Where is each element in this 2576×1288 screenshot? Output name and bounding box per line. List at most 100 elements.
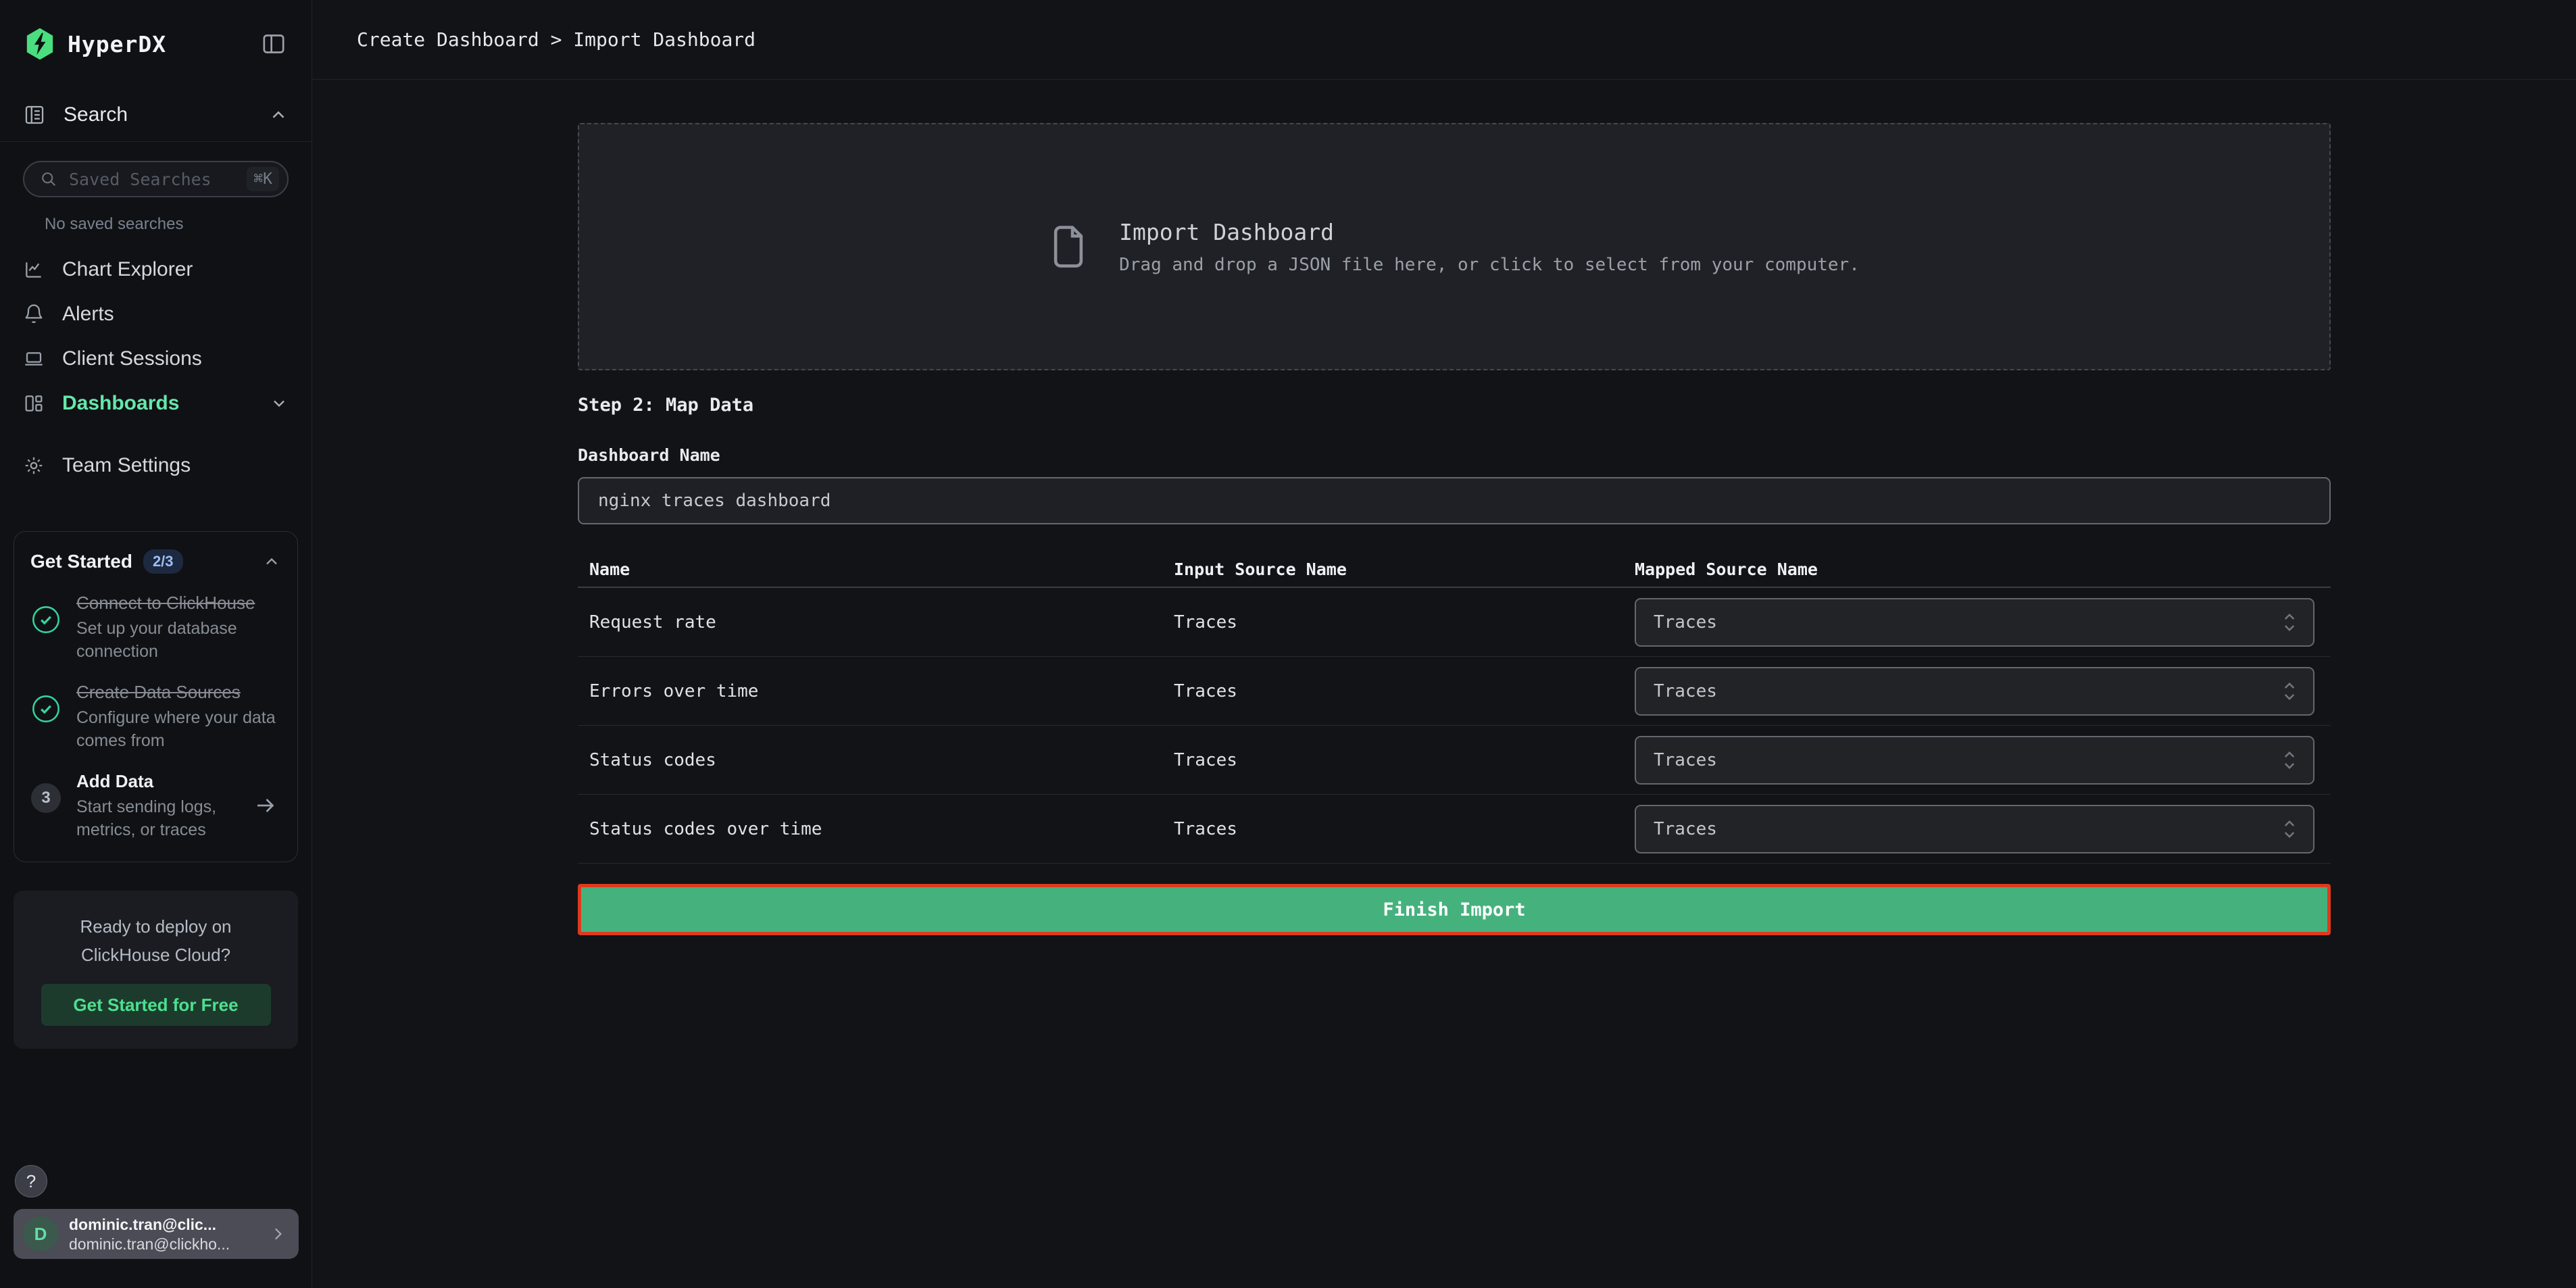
dropzone-subtitle: Drag and drop a JSON file here, or click… <box>1119 255 1860 275</box>
table-row: Errors over time Traces Traces <box>578 657 2331 726</box>
input-source-cell: Traces <box>1174 750 1635 770</box>
check-circle-icon <box>31 694 61 724</box>
column-header-input-source: Input Source Name <box>1174 560 1635 579</box>
sidebar-section-search[interactable]: Search <box>0 88 312 142</box>
dashboard-name-label: Dashboard Name <box>578 445 2331 466</box>
saved-searches-input[interactable]: Saved Searches ⌘K <box>23 161 289 197</box>
user-email: dominic.tran@clickho... <box>69 1235 230 1254</box>
chart-name-cell: Status codes <box>589 750 1174 770</box>
keyboard-shortcut-badge: ⌘K <box>247 167 279 191</box>
no-saved-searches-text: No saved searches <box>45 215 312 234</box>
file-icon <box>1049 222 1088 271</box>
user-name: dominic.tran@clic... <box>69 1214 230 1235</box>
chart-line-icon <box>23 259 45 280</box>
get-started-step-sources[interactable]: Create Data Sources Configure where your… <box>30 680 281 752</box>
sidebar-item-chart-explorer[interactable]: Chart Explorer <box>0 247 312 292</box>
check-circle-icon <box>31 605 61 635</box>
search-icon <box>39 170 58 189</box>
dashboard-grid-icon <box>23 393 45 414</box>
sidebar-item-label: Chart Explorer <box>62 258 193 281</box>
chart-name-cell: Request rate <box>589 612 1174 633</box>
get-started-panel: Get Started 2/3 Connect to ClickHouse Se… <box>14 531 298 862</box>
chevron-down-icon <box>270 394 289 413</box>
sidebar-item-label: Dashboards <box>62 392 179 415</box>
select-chevrons-icon <box>2279 610 2300 635</box>
avatar: D <box>23 1216 58 1252</box>
search-section-label: Search <box>64 103 128 126</box>
step-title: Connect to ClickHouse <box>76 591 281 614</box>
chevron-right-icon <box>269 1225 287 1243</box>
get-started-header[interactable]: Get Started 2/3 <box>30 549 281 574</box>
sidebar: HyperDX Search Saved Searches ⌘K <box>0 0 312 1288</box>
sidebar-item-label: Client Sessions <box>62 347 202 370</box>
sidebar-item-alerts[interactable]: Alerts <box>0 292 312 337</box>
input-source-cell: Traces <box>1174 819 1635 839</box>
dropzone-text: Import Dashboard Drag and drop a JSON fi… <box>1119 219 1860 275</box>
gear-icon <box>23 455 45 476</box>
input-source-cell: Traces <box>1174 612 1635 633</box>
bell-icon <box>23 303 45 325</box>
mapped-source-select[interactable]: Traces <box>1635 598 2314 647</box>
sidebar-item-label: Alerts <box>62 303 114 326</box>
sidebar-item-dashboards[interactable]: Dashboards <box>0 381 312 426</box>
deploy-promo-line1: Ready to deploy on <box>30 912 282 941</box>
main-area: Create Dashboard > Import Dashboard Impo… <box>312 0 2576 1288</box>
logo-row: HyperDX <box>0 0 312 88</box>
sidebar-item-team-settings[interactable]: Team Settings <box>0 443 312 488</box>
user-info: dominic.tran@clic... dominic.tran@clickh… <box>69 1214 230 1254</box>
selected-option: Traces <box>1654 681 1717 701</box>
user-account-menu[interactable]: D dominic.tran@clic... dominic.tran@clic… <box>14 1209 299 1259</box>
get-started-step-add-data[interactable]: 3 Add Data Start sending logs, metrics, … <box>30 770 281 841</box>
topbar: Create Dashboard > Import Dashboard <box>312 0 2576 80</box>
get-started-step-connect[interactable]: Connect to ClickHouse Set up your databa… <box>30 591 281 663</box>
selected-option: Traces <box>1654 612 1717 633</box>
step-title: Add Data <box>76 770 239 793</box>
sidebar-collapse-icon[interactable] <box>260 30 287 57</box>
chevron-up-icon <box>268 105 289 125</box>
app-title: HyperDX <box>68 31 166 57</box>
step-description: Configure where your data comes from <box>76 706 281 752</box>
laptop-icon <box>23 348 45 370</box>
mapped-source-select[interactable]: Traces <box>1635 805 2314 853</box>
mapped-source-select[interactable]: Traces <box>1635 667 2314 716</box>
search-section-icon <box>23 103 46 126</box>
chart-name-cell: Errors over time <box>589 681 1174 701</box>
finish-import-button[interactable]: Finish Import <box>578 884 2331 935</box>
table-row: Request rate Traces Traces <box>578 588 2331 657</box>
column-header-name: Name <box>589 560 1174 579</box>
sidebar-item-label: Team Settings <box>62 454 191 477</box>
table-row: Status codes Traces Traces <box>578 726 2331 795</box>
import-dashboard-page: Import Dashboard Drag and drop a JSON fi… <box>578 123 2331 935</box>
step-description: Start sending logs, metrics, or traces <box>76 795 239 841</box>
get-started-title: Get Started <box>30 551 132 572</box>
step-description: Set up your database connection <box>76 617 281 663</box>
select-chevrons-icon <box>2279 678 2300 704</box>
step-title: Create Data Sources <box>76 680 281 703</box>
selected-option: Traces <box>1654 819 1717 839</box>
get-started-free-button[interactable]: Get Started for Free <box>41 984 271 1026</box>
mapped-source-select[interactable]: Traces <box>1635 736 2314 785</box>
table-row: Status codes over time Traces Traces <box>578 795 2331 864</box>
source-mapping-table: Name Input Source Name Mapped Source Nam… <box>578 551 2331 864</box>
breadcrumb[interactable]: Create Dashboard > Import Dashboard <box>357 28 756 51</box>
input-source-cell: Traces <box>1174 681 1635 701</box>
select-chevrons-icon <box>2279 816 2300 842</box>
selected-option: Traces <box>1654 750 1717 770</box>
deploy-promo-panel: Ready to deploy on ClickHouse Cloud? Get… <box>14 891 298 1049</box>
chart-name-cell: Status codes over time <box>589 819 1174 839</box>
deploy-promo-line2: ClickHouse Cloud? <box>30 941 282 969</box>
sidebar-item-client-sessions[interactable]: Client Sessions <box>0 337 312 381</box>
chevron-up-icon <box>262 552 281 571</box>
saved-searches-placeholder: Saved Searches <box>69 170 247 189</box>
help-button[interactable]: ? <box>15 1165 47 1197</box>
table-header-row: Name Input Source Name Mapped Source Nam… <box>578 551 2331 588</box>
progress-badge: 2/3 <box>143 549 183 574</box>
column-header-mapped-source: Mapped Source Name <box>1635 560 2331 579</box>
app-root: HyperDX Search Saved Searches ⌘K <box>0 0 2576 1288</box>
arrow-right-icon <box>253 793 278 818</box>
dashboard-name-input[interactable] <box>578 477 2331 524</box>
json-file-dropzone[interactable]: Import Dashboard Drag and drop a JSON fi… <box>578 123 2331 370</box>
step-2-heading: Step 2: Map Data <box>578 393 2331 418</box>
select-chevrons-icon <box>2279 747 2300 773</box>
dropzone-title: Import Dashboard <box>1119 219 1860 245</box>
